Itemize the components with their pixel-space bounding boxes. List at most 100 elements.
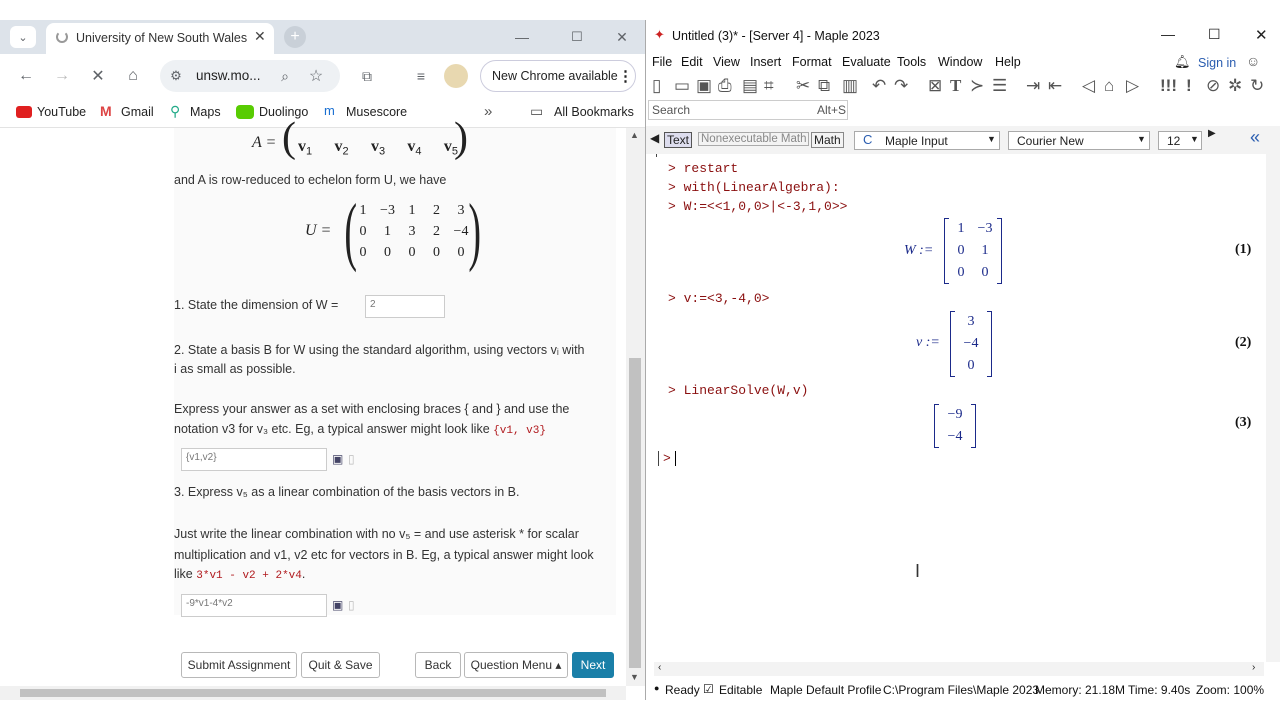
minimize-button[interactable]: — (510, 26, 534, 48)
extensions-icon[interactable]: ⧉ (356, 65, 378, 87)
menu-file[interactable]: File (652, 55, 672, 69)
indent-icon[interactable]: ⇥ (1026, 76, 1040, 96)
worksheet-vscroll[interactable] (1266, 154, 1280, 662)
maple-close-button[interactable]: ✕ (1255, 26, 1268, 44)
insert-math-icon[interactable]: ⊠ (928, 76, 942, 96)
undo-icon[interactable]: ↶ (872, 76, 886, 96)
browser-tab[interactable]: University of New South Wales ✕ (46, 23, 274, 54)
nav-home-icon[interactable]: ⌂ (1104, 76, 1114, 96)
zoom-icon[interactable]: ⌕ (275, 66, 295, 86)
site-info-icon[interactable]: ⚙ (166, 66, 186, 86)
save-icon[interactable]: ▣ (696, 76, 712, 96)
scroll-right-icon[interactable]: › (1252, 662, 1255, 673)
menu-format[interactable]: Format (792, 55, 832, 69)
bookmark-gmail[interactable]: Gmail (121, 105, 154, 119)
menu-insert[interactable]: Insert (750, 55, 781, 69)
font-select[interactable]: Courier New ▼ (1008, 131, 1150, 150)
question-menu-button[interactable]: Question Menu ▴ (464, 652, 568, 678)
nonexec-math-button[interactable]: Nonexecutable Math (698, 132, 810, 146)
window-close-button[interactable]: ✕ (610, 26, 634, 48)
input-line-5[interactable]: > LinearSolve(W,v) (668, 383, 808, 398)
dimension-input[interactable]: 2 (365, 295, 445, 318)
debug-icon[interactable]: ✲ (1228, 76, 1242, 96)
bookmarks-overflow-icon[interactable]: » (484, 103, 492, 120)
redo-icon[interactable]: ↷ (894, 76, 908, 96)
nav-back-icon[interactable]: ◁ (1082, 76, 1095, 96)
insert-text-icon[interactable]: T (950, 76, 961, 96)
text-mode-button[interactable]: Text (664, 132, 693, 148)
tab-close-icon[interactable]: ✕ (254, 28, 266, 45)
input-line-2[interactable]: > with(LinearAlgebra): (668, 180, 840, 195)
forward-arrow-icon[interactable]: → (50, 65, 74, 87)
copy-icon[interactable]: ⧉ (818, 76, 830, 96)
menu-view[interactable]: View (713, 55, 740, 69)
maple-maximize-button[interactable]: ☐ (1208, 26, 1221, 43)
outdent-icon[interactable]: ⇤ (1048, 76, 1062, 96)
sign-in-link[interactable]: Sign in (1198, 56, 1236, 70)
maple-minimize-button[interactable]: — (1161, 26, 1175, 42)
new-tab-button[interactable]: + (284, 26, 306, 48)
input-line-1[interactable]: > restart (668, 161, 738, 176)
execute-all-icon[interactable]: !!! (1160, 76, 1177, 96)
maximize-button[interactable]: ☐ (565, 26, 589, 48)
scroll-left-icon[interactable]: ‹ (658, 662, 661, 673)
address-bar[interactable]: ⚙ unsw.mo... ⌕ ☆ (160, 60, 340, 92)
cut-icon[interactable]: ✂ (796, 76, 810, 96)
preview-icon[interactable]: ▣ (332, 452, 343, 466)
menu-evaluate[interactable]: Evaluate (842, 55, 891, 69)
open-icon[interactable]: ▭ (674, 76, 690, 96)
collapse-left-icon[interactable]: ◀ (650, 131, 659, 145)
math-mode-button[interactable]: Math (811, 132, 844, 148)
back-button[interactable]: Back (415, 652, 461, 678)
media-icon[interactable]: ≡ (410, 65, 432, 87)
restart-icon[interactable]: ↻ (1250, 76, 1264, 96)
preview-icon[interactable]: ▤ (742, 76, 758, 96)
more-options-icon[interactable]: ▶ (1208, 128, 1216, 139)
back-arrow-icon[interactable]: ← (14, 65, 38, 87)
bookmark-youtube[interactable]: YouTube (37, 105, 86, 119)
worksheet-hscroll[interactable]: ‹ › (654, 662, 1264, 676)
all-bookmarks[interactable]: All Bookmarks (554, 105, 634, 119)
kebab-menu-icon[interactable]: ⋮ (618, 67, 633, 85)
stop-icon[interactable]: ⊘ (1206, 76, 1220, 96)
nav-forward-icon[interactable]: ▷ (1126, 76, 1139, 96)
execute-icon[interactable]: ! (1186, 76, 1192, 96)
bell-icon[interactable]: 🔔︎ (1174, 54, 1191, 70)
chrome-update-button[interactable]: New Chrome available ⋮ (480, 60, 636, 92)
editable-checkbox[interactable]: ☑ (703, 682, 714, 696)
scroll-up-icon[interactable]: ▲ (630, 130, 639, 140)
help-doc-icon-2[interactable]: ▯ (348, 598, 355, 612)
submit-assignment-button[interactable]: Submit Assignment (181, 652, 297, 678)
avatar[interactable] (444, 64, 468, 88)
size-select[interactable]: 12 ▼ (1158, 131, 1202, 150)
input-line-3[interactable]: > W:=<<1,0,0>|<-3,1,0>> (668, 199, 847, 214)
quit-save-button[interactable]: Quit & Save (301, 652, 380, 678)
combination-input[interactable]: -9*v1-4*v2 (181, 594, 327, 617)
bookmark-musescore[interactable]: Musescore (346, 105, 407, 119)
section-icon[interactable]: ☰ (992, 76, 1007, 96)
new-icon[interactable]: ▯ (652, 76, 661, 96)
stop-icon[interactable]: ✕ (86, 65, 110, 87)
input-line-4[interactable]: > v:=<3,-4,0> (668, 291, 769, 306)
paste-icon[interactable]: ▥ (842, 76, 858, 96)
menu-edit[interactable]: Edit (681, 55, 703, 69)
home-icon[interactable]: ⌂ (121, 65, 145, 87)
print-icon[interactable]: ⎙ (718, 76, 732, 96)
page-horizontal-scrollbar[interactable] (0, 686, 626, 700)
scroll-thumb[interactable] (629, 358, 641, 668)
collapse-palette-icon[interactable]: « (1250, 127, 1260, 148)
bookmark-star-icon[interactable]: ☆ (306, 66, 326, 86)
scroll-down-icon[interactable]: ▼ (630, 672, 639, 682)
menu-window[interactable]: Window (938, 55, 982, 69)
input-mode-select[interactable]: C Maple Input ▼ (854, 131, 1000, 150)
next-button[interactable]: Next (572, 652, 614, 678)
maple-search-input[interactable]: Search Alt+S (648, 100, 848, 120)
page-vertical-scrollbar[interactable]: ▲ ▼ (626, 128, 645, 686)
h-scroll-thumb[interactable] (20, 689, 606, 697)
help-doc-icon[interactable]: ▯ (348, 452, 355, 466)
zoom-fit-icon[interactable]: ⌗ (764, 76, 774, 96)
tab-search-button[interactable]: ⌄ (10, 26, 36, 48)
preview-icon-2[interactable]: ▣ (332, 598, 343, 612)
menu-tools[interactable]: Tools (897, 55, 926, 69)
input-line-6[interactable]: > (658, 451, 676, 466)
